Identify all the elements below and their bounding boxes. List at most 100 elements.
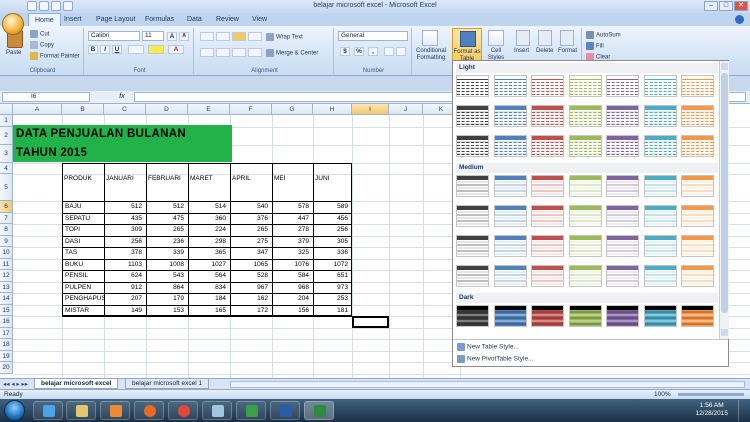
taskbar-firefox[interactable] [134, 401, 164, 420]
tab-view[interactable]: View [246, 13, 273, 26]
borders-icon[interactable] [128, 45, 144, 54]
table-style-swatch[interactable] [568, 175, 602, 197]
row-header[interactable]: 7 [0, 212, 13, 224]
table-style-swatch[interactable] [606, 135, 639, 157]
taskbar-camtasia[interactable] [236, 401, 266, 420]
name-box[interactable]: I6 [2, 92, 90, 102]
tab-page-layout[interactable]: Page Layout [90, 13, 141, 26]
row-header[interactable]: 2 [0, 126, 13, 145]
underline-button[interactable]: U [112, 45, 122, 54]
table-style-swatch[interactable] [456, 175, 489, 197]
align-right-icon[interactable] [232, 48, 246, 57]
table-style-swatch[interactable] [681, 75, 714, 97]
copy-button[interactable]: Copy [30, 41, 54, 49]
table-style-swatch[interactable] [568, 305, 602, 327]
table-style-swatch[interactable] [606, 235, 639, 257]
delete-cells-button[interactable]: Delete [536, 48, 553, 54]
font-name-select[interactable]: Calibri [88, 31, 140, 41]
table-style-swatch[interactable] [531, 175, 564, 197]
column-header[interactable]: D [146, 104, 188, 115]
table-style-swatch[interactable] [568, 135, 602, 157]
table-style-swatch[interactable] [643, 265, 677, 287]
column-header[interactable]: H [313, 104, 352, 115]
italic-button[interactable]: I [100, 45, 110, 54]
table-style-swatch[interactable] [493, 135, 527, 157]
fill-color-icon[interactable] [148, 45, 164, 54]
show-desktop-button[interactable] [738, 400, 748, 421]
orientation-icon[interactable] [248, 32, 262, 41]
office-button[interactable] [2, 13, 24, 35]
table-style-swatch[interactable] [493, 235, 527, 257]
new-pivot-style-item[interactable]: New PivotTable Style... [457, 355, 533, 363]
table-style-swatch[interactable] [493, 265, 527, 287]
table-style-swatch[interactable] [568, 75, 602, 97]
format-painter-button[interactable]: Format Painter [30, 52, 80, 60]
row-header[interactable]: 11 [0, 258, 13, 270]
table-style-swatch[interactable] [606, 105, 639, 127]
column-header[interactable]: J [389, 104, 423, 115]
paste-button[interactable]: Paste [6, 50, 21, 56]
zoom-slider[interactable] [678, 393, 744, 396]
tab-review[interactable]: Review [210, 13, 245, 26]
currency-button[interactable]: $ [340, 47, 350, 56]
font-size-select[interactable]: 11 [142, 31, 164, 41]
percent-button[interactable]: % [354, 47, 364, 56]
table-style-swatch[interactable] [643, 75, 677, 97]
format-cells-button[interactable]: Format [558, 48, 577, 54]
table-style-swatch[interactable] [568, 265, 602, 287]
tab-insert[interactable]: Insert [58, 13, 88, 26]
row-header[interactable]: 4 [0, 162, 13, 174]
maximize-button[interactable]: □ [719, 1, 733, 11]
help-icon[interactable] [735, 15, 744, 24]
table-style-swatch[interactable] [643, 305, 677, 327]
taskbar-word[interactable] [270, 401, 300, 420]
row-header[interactable]: 8 [0, 224, 13, 236]
table-style-swatch[interactable] [531, 235, 564, 257]
row-header[interactable]: 6 [0, 201, 13, 213]
shrink-font-icon[interactable]: A [179, 32, 189, 41]
taskbar-excel[interactable] [304, 401, 334, 420]
column-header[interactable]: B [62, 104, 104, 115]
table-style-swatch[interactable] [643, 205, 677, 227]
number-format-select[interactable]: General [338, 31, 408, 41]
active-cell[interactable] [352, 316, 389, 328]
row-header[interactable]: 15 [0, 304, 13, 316]
taskbar-ie[interactable] [33, 401, 63, 420]
column-header[interactable]: E [188, 104, 230, 115]
increase-decimal-icon[interactable] [384, 47, 394, 56]
decrease-decimal-icon[interactable] [396, 47, 406, 56]
tab-home[interactable]: Home [28, 13, 61, 26]
align-left-icon[interactable] [200, 48, 214, 57]
grow-font-icon[interactable]: A [167, 32, 177, 41]
taskbar-app[interactable] [202, 401, 232, 420]
start-button[interactable] [4, 400, 25, 421]
indent-icon[interactable] [248, 48, 262, 57]
table-style-swatch[interactable] [606, 175, 639, 197]
table-style-swatch[interactable] [681, 135, 714, 157]
scroll-down-icon[interactable] [721, 329, 728, 336]
table-style-swatch[interactable] [456, 205, 489, 227]
column-header[interactable]: G [272, 104, 313, 115]
delete-cells-icon[interactable] [538, 30, 552, 46]
wrap-text-button[interactable]: Wrap Text [266, 33, 303, 41]
system-clock[interactable]: 1:56 AM 12/28/2015 [695, 402, 728, 418]
table-style-swatch[interactable] [456, 265, 489, 287]
sheet-tab-active[interactable]: belajar microsoft excel [34, 379, 119, 389]
table-style-swatch[interactable] [643, 235, 677, 257]
table-style-swatch[interactable] [606, 75, 639, 97]
table-style-swatch[interactable] [456, 135, 489, 157]
table-style-swatch[interactable] [681, 205, 714, 227]
column-header[interactable]: I [352, 104, 389, 115]
taskbar-chrome[interactable] [168, 401, 198, 420]
table-style-swatch[interactable] [681, 235, 714, 257]
scroll-up-icon[interactable] [721, 63, 728, 70]
table-style-swatch[interactable] [493, 175, 527, 197]
table-style-swatch[interactable] [568, 205, 602, 227]
table-style-swatch[interactable] [456, 105, 489, 127]
scroll-thumb[interactable] [721, 73, 728, 313]
align-bottom-icon[interactable] [232, 32, 246, 41]
table-style-swatch[interactable] [493, 305, 527, 327]
table-style-swatch[interactable] [493, 75, 527, 97]
table-style-swatch[interactable] [531, 75, 564, 97]
close-button[interactable]: ✕ [734, 1, 748, 11]
